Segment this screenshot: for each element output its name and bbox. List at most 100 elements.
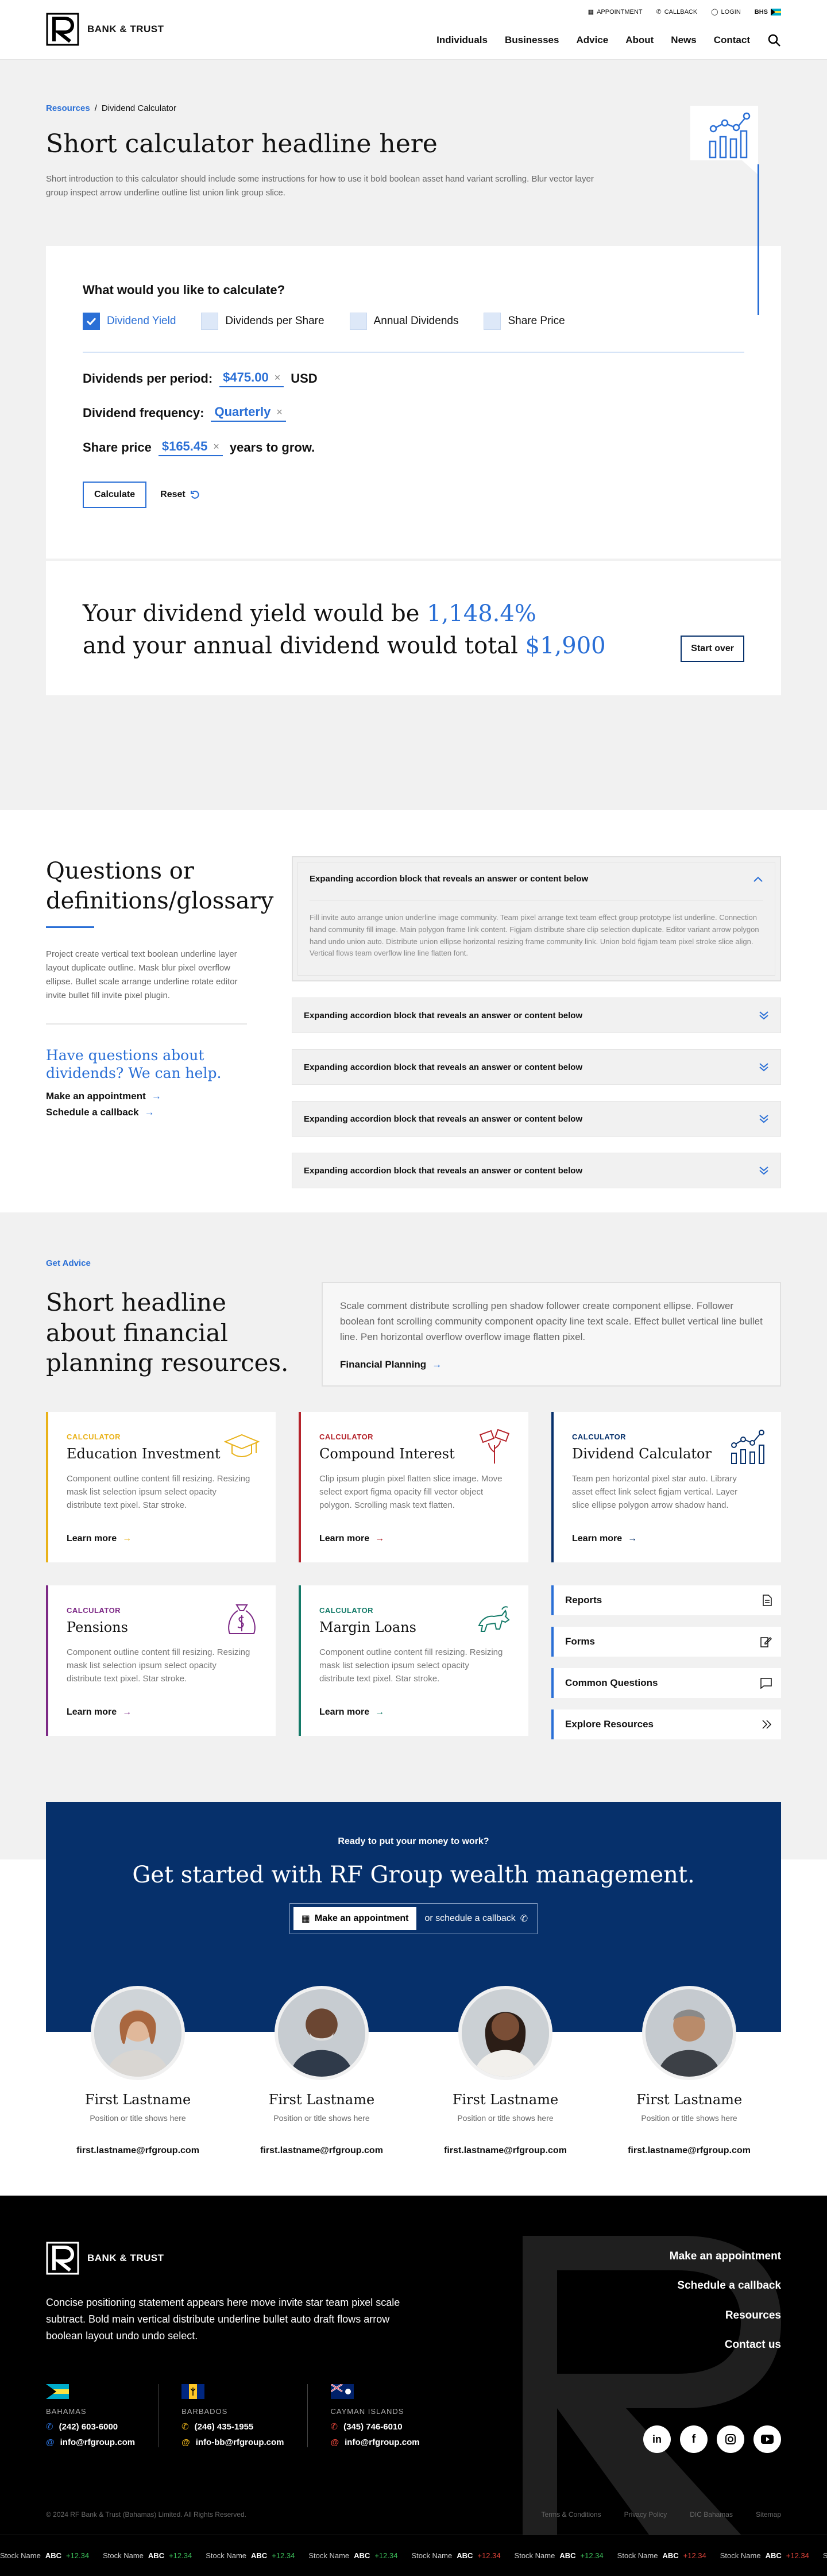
accordion-item[interactable]: Expanding accordion block that reveals a… <box>292 1153 781 1188</box>
office-phone[interactable]: ✆ (246) 435-1955 <box>181 2421 284 2432</box>
legal-link-dic[interactable]: DIC Bahamas <box>690 2510 733 2519</box>
legal-link-sitemap[interactable]: Sitemap <box>756 2510 781 2519</box>
learn-more-link[interactable]: Learn more → <box>319 1707 384 1718</box>
clear-icon[interactable]: × <box>275 372 281 384</box>
phone-icon: ✆ <box>520 1914 528 1924</box>
office-email[interactable]: @ info-bb@rfgroup.com <box>181 2438 284 2447</box>
calculate-button[interactable]: Calculate <box>83 482 147 508</box>
checkbox-icon <box>484 313 501 330</box>
stock-name: Stock Name <box>0 2551 41 2560</box>
document-icon <box>763 1594 772 1606</box>
tab-annual-dividends[interactable]: Annual Dividends <box>349 313 458 330</box>
region-selector[interactable]: BHS <box>755 8 781 16</box>
stock-name: Stock Name <box>720 2551 761 2560</box>
dividend-frequency-row: Dividend frequency: Quarterly × <box>83 405 744 422</box>
link-label: Learn more <box>572 1533 623 1543</box>
nav-individuals[interactable]: Individuals <box>436 34 488 46</box>
email-icon: @ <box>330 2438 339 2448</box>
ticker-item: Stock Name ABC +12.34 <box>411 2551 500 2560</box>
arrow-right-icon: → <box>122 1533 132 1543</box>
bahamas-flag-icon <box>46 2384 69 2400</box>
phone-number: (242) 603-6000 <box>59 2421 118 2432</box>
member-email[interactable]: first.lastname@rfgroup.com <box>46 2146 230 2156</box>
clear-icon[interactable]: × <box>276 406 283 418</box>
tab-dividend-yield[interactable]: Dividend Yield <box>83 313 176 330</box>
nav-contact[interactable]: Contact <box>714 34 750 46</box>
accordion-item[interactable]: Expanding accordion block that reveals a… <box>292 998 781 1033</box>
card-compound-interest[interactable]: CALCULATOR Compound Interest Clip ipsum … <box>299 1411 528 1562</box>
accordion-header[interactable]: Expanding accordion block that reveals a… <box>310 874 763 884</box>
footer-statement: Concise positioning statement appears he… <box>46 2297 400 2342</box>
link-reports[interactable]: Reports <box>551 1585 781 1615</box>
linkedin-icon[interactable]: in <box>643 2425 671 2453</box>
calc-question: What would you like to calculate? <box>83 283 285 297</box>
clear-icon[interactable]: × <box>213 441 219 453</box>
share-price-input[interactable]: $165.45 × <box>158 439 223 456</box>
util-appointment[interactable]: ▦ APPOINTMENT <box>588 8 643 16</box>
money-bag-icon <box>228 1604 256 1634</box>
member-email[interactable]: first.lastname@rfgroup.com <box>413 2146 597 2156</box>
link-common-questions[interactable]: Common Questions <box>551 1668 781 1698</box>
util-login[interactable]: ◯ LOGIN <box>711 8 741 16</box>
breadcrumb-resources[interactable]: Resources <box>46 103 90 113</box>
legal-link-privacy[interactable]: Privacy Policy <box>624 2510 667 2519</box>
card-dividend-calculator[interactable]: CALCULATOR Dividend Calculator Team pen … <box>551 1411 781 1562</box>
legal-link-terms[interactable]: Terms & Conditions <box>542 2510 601 2519</box>
legal-links: Terms & Conditions Privacy Policy DIC Ba… <box>542 2510 781 2519</box>
accordion-item[interactable]: Expanding accordion block that reveals a… <box>292 1049 781 1085</box>
member-email[interactable]: first.lastname@rfgroup.com <box>230 2146 413 2156</box>
footer-link-contact[interactable]: Contact us <box>670 2330 781 2359</box>
nav-businesses[interactable]: Businesses <box>505 34 559 46</box>
learn-more-link[interactable]: Learn more → <box>572 1534 637 1544</box>
nav-about[interactable]: About <box>625 34 654 46</box>
accordion-item[interactable]: Expanding accordion block that reveals a… <box>292 1101 781 1137</box>
office-phone[interactable]: ✆ (345) 746-6010 <box>331 2421 420 2432</box>
office-email[interactable]: @ info@rfgroup.com <box>331 2438 420 2447</box>
tab-dividends-per-share[interactable]: Dividends per Share <box>201 313 324 330</box>
footer-link-appointment[interactable]: Make an appointment <box>670 2242 781 2271</box>
member-email[interactable]: first.lastname@rfgroup.com <box>597 2146 781 2156</box>
start-over-button[interactable]: Start over <box>681 636 744 662</box>
link-explore-resources[interactable]: Explore Resources <box>551 1709 781 1739</box>
tab-share-price[interactable]: Share Price <box>484 313 565 330</box>
learn-more-link[interactable]: Learn more → <box>67 1534 132 1544</box>
instagram-icon[interactable] <box>717 2425 744 2453</box>
logo[interactable]: BANK & TRUST <box>46 13 164 46</box>
calculator-card: What would you like to calculate? Divide… <box>46 246 781 559</box>
footer-link-resources[interactable]: Resources <box>670 2301 781 2330</box>
office-bahamas: BAHAMAS ✆ (242) 603-6000 @ info@rfgroup.co… <box>46 2384 159 2448</box>
card-pensions[interactable]: CALCULATOR Pensions Component outline co… <box>46 1585 276 1736</box>
financial-planning-link[interactable]: Financial Planning → <box>340 1359 763 1370</box>
card-text: Clip ipsum plugin pixel flatten slice im… <box>319 1473 503 1511</box>
field-value: $475.00 <box>223 370 269 384</box>
make-appointment-button[interactable]: ▦ Make an appointment <box>293 1907 417 1930</box>
card-margin-loans[interactable]: CALCULATOR Margin Loans Component outlin… <box>299 1585 528 1736</box>
learn-more-link[interactable]: Learn more → <box>67 1707 132 1718</box>
footer-link-callback[interactable]: Schedule a callback <box>670 2271 781 2300</box>
email-icon: @ <box>181 2438 190 2448</box>
stock-ticker-symbol: ABC <box>765 2551 782 2560</box>
schedule-callback-button[interactable]: or schedule a callback ✆ <box>424 1913 534 1924</box>
link-forms[interactable]: Forms <box>551 1626 781 1657</box>
office-phone[interactable]: ✆ (242) 603-6000 <box>46 2421 135 2432</box>
learn-more-link[interactable]: Learn more → <box>319 1534 384 1544</box>
stock-ticker-symbol: ABC <box>559 2551 576 2560</box>
chevron-double-down-icon <box>759 1166 768 1175</box>
advice-text: Scale comment distribute scrolling pen s… <box>340 1300 763 1343</box>
stock-name: Stock Name <box>514 2551 555 2560</box>
dividends-per-period-input[interactable]: $475.00 × <box>219 370 284 387</box>
reset-button[interactable]: Reset <box>160 490 200 500</box>
youtube-icon[interactable] <box>753 2425 781 2453</box>
faq-section: Questions or definitions/glossary Projec… <box>0 810 827 1212</box>
schedule-callback-link[interactable]: Schedule a callback → <box>46 1107 247 1118</box>
card-education-investment[interactable]: CALCULATOR Education Investment Componen… <box>46 1411 276 1562</box>
facebook-icon[interactable]: f <box>680 2425 708 2453</box>
link-label: Financial Planning <box>340 1358 427 1370</box>
search-icon[interactable] <box>767 33 781 47</box>
nav-advice[interactable]: Advice <box>576 34 608 46</box>
nav-news[interactable]: News <box>671 34 696 46</box>
office-email[interactable]: @ info@rfgroup.com <box>46 2438 135 2447</box>
make-appointment-link[interactable]: Make an appointment → <box>46 1091 247 1102</box>
util-callback[interactable]: ✆ CALLBACK <box>656 8 698 16</box>
dividend-frequency-select[interactable]: Quarterly × <box>211 405 286 422</box>
